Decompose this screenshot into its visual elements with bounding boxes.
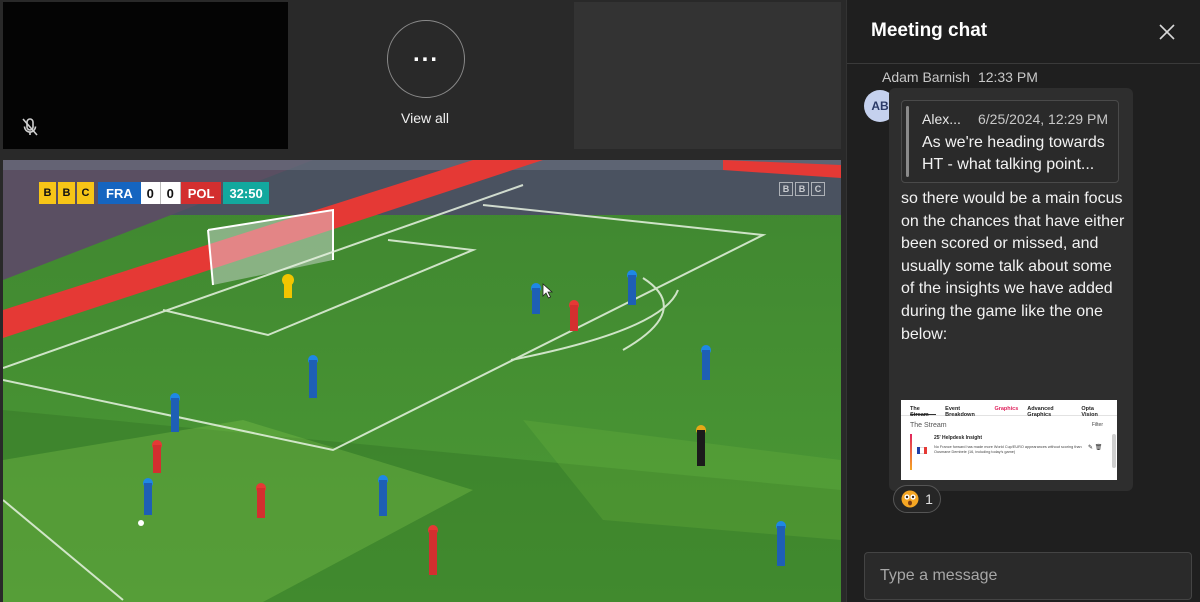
view-all-label: View all — [401, 110, 449, 126]
france-flag-icon — [917, 447, 927, 454]
quoted-reply[interactable]: Alex... 6/25/2024, 12:29 PM As we're hea… — [901, 100, 1119, 183]
meeting-chat-panel: Meeting chat Adam Barnish 12:33 PM AB Ale… — [846, 0, 1200, 602]
quote-text: As we're heading towards HT - what talki… — [922, 134, 1105, 173]
message-meta: Adam Barnish 12:33 PM — [882, 69, 1038, 85]
insight-color-bar — [910, 434, 912, 470]
astonished-face-icon — [901, 490, 919, 508]
chat-message-bubble[interactable]: Alex... 6/25/2024, 12:29 PM As we're hea… — [889, 88, 1133, 491]
participant-tile-muted[interactable] — [3, 2, 288, 149]
insight-minute: 25' — [934, 435, 941, 441]
insight-text: No France forward has made more World Cu… — [934, 445, 1082, 454]
view-all-button[interactable]: ... — [387, 20, 465, 98]
home-score: 0 — [140, 182, 161, 204]
reaction-pill[interactable]: 1 — [893, 485, 941, 513]
attachment-header: The Stream Filter — [910, 422, 1103, 429]
attachment-image[interactable]: The Stream Event Breakdown Graphics Adva… — [901, 400, 1117, 480]
broadcaster-watermark: B B C — [779, 182, 825, 196]
attachment-insight-row: 25' Helpdesk Insight No France forward h… — [910, 432, 1117, 472]
attachment-tabs: The Stream Event Breakdown Graphics Adva… — [901, 400, 1117, 418]
mouse-cursor-icon — [542, 283, 554, 299]
participant-tile-empty[interactable] — [574, 2, 841, 149]
broadcaster-logo: B B C — [39, 182, 94, 204]
quote-author: Alex... — [922, 111, 961, 127]
home-team-label: FRA — [98, 182, 141, 204]
scoreboard-overlay: B B C FRA 0 0 POL 32:50 — [39, 182, 269, 204]
attachment-filter: Filter — [1091, 422, 1103, 428]
view-all-tile: ... View all — [300, 2, 550, 149]
edit-delete-icons: ✎ 🗑 — [1088, 445, 1103, 451]
football-pitch-image — [3, 160, 841, 602]
message-time: 12:33 PM — [977, 69, 1038, 85]
compose-box — [864, 552, 1192, 600]
meeting-stage: ... View all B B C FRA 0 0 POL 32:50 B B… — [0, 0, 846, 602]
message-body: so there would be a main focus on the ch… — [901, 190, 1125, 343]
message-input[interactable] — [865, 553, 1191, 599]
chat-header: Meeting chat — [847, 0, 1200, 64]
match-clock: 32:50 — [223, 182, 269, 204]
chat-title: Meeting chat — [871, 20, 988, 41]
away-team-label: POL — [180, 182, 222, 204]
ellipsis-icon: ... — [412, 40, 439, 67]
quote-bar — [906, 106, 909, 177]
insight-title: Helpdesk Insight — [942, 435, 983, 441]
away-score: 0 — [160, 182, 181, 204]
mic-off-icon — [22, 118, 38, 136]
reaction-count: 1 — [925, 491, 933, 507]
quote-time: 6/25/2024, 12:29 PM — [978, 111, 1108, 127]
message-sender: Adam Barnish — [882, 69, 970, 85]
attachment-scrollbar — [1112, 434, 1116, 468]
shared-video-stream[interactable]: B B C FRA 0 0 POL 32:50 B B C — [3, 160, 841, 602]
close-icon[interactable] — [1155, 20, 1179, 44]
